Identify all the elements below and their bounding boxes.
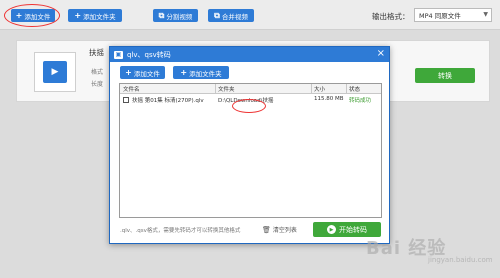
annotation-circle xyxy=(4,4,60,27)
film-icon: ▶ xyxy=(43,61,67,83)
dialog-add-folder-button[interactable]: + 添加文件夹 xyxy=(173,66,229,79)
dialog-title-bar: ▣ qlv、qsv转码 × xyxy=(110,47,389,62)
col-folder-header[interactable]: 文件夹 xyxy=(218,85,235,93)
output-format-label: 输出格式： xyxy=(372,12,410,21)
trash-icon: 🗑 xyxy=(262,225,271,234)
row-status: 转码成功 xyxy=(349,98,372,104)
col-status-header[interactable]: 状态 xyxy=(349,85,360,93)
plus-icon: + xyxy=(125,68,132,77)
output-format-value: MP4 同原文件 xyxy=(419,12,461,20)
clear-list-label: 清空列表 xyxy=(272,227,297,234)
close-icon[interactable]: × xyxy=(377,48,385,59)
dialog-add-file-button[interactable]: + 添加文件 xyxy=(120,66,165,79)
split-icon: ⧉ xyxy=(158,10,165,20)
merge-video-label: 合并视频 xyxy=(221,12,248,21)
merge-video-button[interactable]: ⧉ 合并视频 xyxy=(208,9,254,22)
video-thumbnail: ▶ xyxy=(34,52,76,92)
file-duration-label: 长度 xyxy=(91,81,104,88)
row-size: 115.80 MB xyxy=(314,96,344,102)
format-hint: .qlv、.qsv格式，需要先转码才可以转换其他格式 xyxy=(120,228,241,234)
row-file-name: 扶摇 第01集 标清(270P).qlv xyxy=(132,98,204,104)
baidu-watermark-url: jingyan.baidu.com xyxy=(428,256,493,264)
file-format-label: 格式 xyxy=(91,69,104,76)
chevron-down-icon: ▼ xyxy=(483,11,488,18)
play-icon: ▶ xyxy=(327,225,336,234)
file-title: 扶摇 xyxy=(89,48,104,57)
start-transcode-label: 开始转码 xyxy=(339,225,367,234)
column-divider xyxy=(311,84,312,94)
column-divider xyxy=(346,84,347,94)
dialog-add-file-label: 添加文件 xyxy=(133,69,160,78)
split-video-button[interactable]: ⧉ 分割视频 xyxy=(153,9,198,22)
add-folder-button[interactable]: + 添加文件夹 xyxy=(68,9,122,22)
output-format-select[interactable]: MP4 同原文件 ▼ xyxy=(414,8,492,22)
col-name-header[interactable]: 文件名 xyxy=(123,85,140,93)
dialog-title: qlv、qsv转码 xyxy=(127,50,171,59)
clear-list-button[interactable]: 🗑 清空列表 xyxy=(262,225,297,235)
plus-icon: + xyxy=(74,11,82,20)
annotation-circle xyxy=(232,99,266,113)
app-logo-icon: ▣ xyxy=(114,50,123,59)
main-toolbar: + 添加文件 + 添加文件夹 ⧉ 分割视频 ⧉ 合并视频 输出格式： MP4 同… xyxy=(0,0,500,30)
column-divider xyxy=(215,84,216,94)
split-video-label: 分割视频 xyxy=(166,12,193,21)
plus-icon: + xyxy=(180,68,188,77)
convert-button[interactable]: 转换 xyxy=(415,68,475,83)
dialog-add-folder-label: 添加文件夹 xyxy=(189,69,222,78)
col-size-header[interactable]: 大小 xyxy=(314,85,325,93)
merge-icon: ⧉ xyxy=(214,10,220,20)
qlv-qsv-dialog: ▣ qlv、qsv转码 × + 添加文件 + 添加文件夹 文件名 文件夹 大小 … xyxy=(109,46,390,244)
row-checkbox[interactable] xyxy=(123,97,129,103)
list-header: 文件名 文件夹 大小 状态 xyxy=(120,84,381,94)
add-folder-label: 添加文件夹 xyxy=(83,12,116,21)
